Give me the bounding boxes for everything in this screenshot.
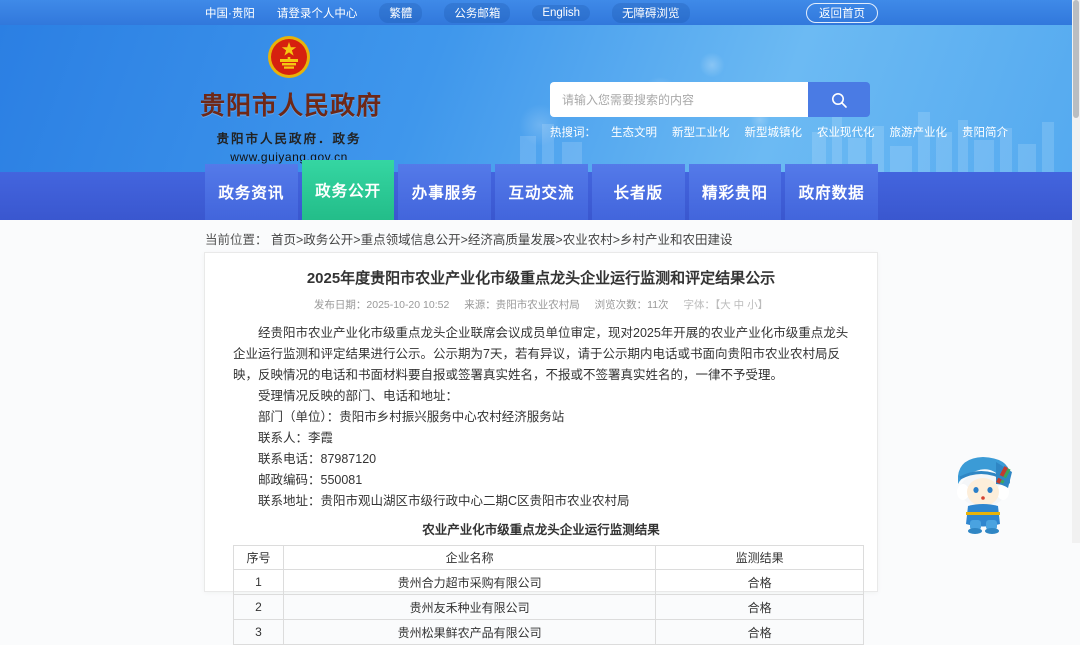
- paragraph: 联系地址：贵阳市观山湖区市级行政中心二期C区贵阳市农业农村局: [258, 494, 630, 508]
- paragraph: 受理情况反映的部门、电话和地址：: [258, 389, 459, 403]
- hot-search-label: 热搜词：: [550, 127, 596, 139]
- publish-date: 发布日期：2025-10-20 10:52: [313, 299, 450, 311]
- view-count: 浏览次数：11次: [594, 299, 669, 311]
- search-button[interactable]: [808, 82, 870, 117]
- national-emblem-icon: [268, 36, 310, 78]
- site-subtitle: 贵阳市人民政府．政务: [216, 132, 362, 146]
- article-title: 2025年度贵阳市农业产业化市级重点龙头企业运行监测和评定结果公示: [306, 270, 776, 287]
- results-table-title: 农业产业化市级重点龙头企业运行监测结果: [422, 523, 660, 537]
- table-row: 1 贵州合力超市采购有限公司 合格: [233, 569, 864, 595]
- back-home-button[interactable]: 返回首页: [806, 2, 878, 23]
- site-header: 贵阳市人民政府 贵阳市人民政府．政务 www.guiyang.gov.cn 热搜…: [0, 25, 1072, 172]
- topbar-link-login-personal-center[interactable]: 请登录个人中心: [277, 5, 358, 21]
- paragraph: 经贵阳市农业产业化市级重点龙头企业联席会议成员单位审定，现对2025年开展的农业…: [233, 326, 849, 382]
- hot-link-tourism[interactable]: 旅游产业化: [890, 124, 948, 140]
- table-row: 3 贵州松果鲜农产品有限公司 合格: [233, 619, 864, 645]
- font-size-switch[interactable]: 字体：【大 中 小】: [683, 299, 768, 311]
- cell-serial: 2: [233, 594, 284, 620]
- hot-link-agri-modernization[interactable]: 农业现代化: [817, 124, 875, 140]
- cell-result: 合格: [655, 619, 864, 645]
- hot-link-ecology[interactable]: 生态文明: [611, 124, 657, 140]
- article-meta: 发布日期：2025-10-20 10:52 来源：贵阳市农业农村局 浏览次数：1…: [233, 297, 849, 312]
- nav-tab-gov-disclosure[interactable]: 政务公开: [301, 160, 395, 220]
- header-serial: 序号: [233, 545, 284, 570]
- topbar-link-accessibility[interactable]: 无障碍浏览: [612, 2, 690, 23]
- header-company-name: 企业名称: [282, 545, 657, 570]
- site-title: 贵阳市人民政府: [200, 92, 383, 120]
- nav-tab-splendid-guiyang[interactable]: 精彩贵阳: [688, 164, 782, 220]
- header-result: 监测结果: [655, 545, 864, 570]
- article-card: 2025年度贵阳市农业产业化市级重点龙头企业运行监测和评定结果公示 发布日期：2…: [204, 252, 878, 645]
- cell-result: 合格: [655, 569, 864, 595]
- search-input[interactable]: [550, 82, 808, 117]
- mascot-assistant[interactable]: [950, 450, 1018, 534]
- breadcrumb-path[interactable]: 首页>政务公开>重点领域信息公开>经济高质量发展>农业农村>乡村产业和农田建设: [271, 233, 733, 247]
- topbar-link-english[interactable]: English: [532, 4, 591, 21]
- table-row: 2 贵州友禾种业有限公司 合格: [233, 594, 864, 620]
- hot-link-urbanization[interactable]: 新型城镇化: [745, 124, 803, 140]
- cell-company-name: 贵州合力超市采购有限公司: [282, 569, 657, 595]
- cell-serial: 1: [233, 569, 284, 595]
- site-logo-block[interactable]: 贵阳市人民政府 贵阳市人民政府．政务 www.guiyang.gov.cn: [200, 35, 383, 164]
- topbar-link-traditional-chinese[interactable]: 繁體: [379, 2, 423, 23]
- vertical-scrollbar[interactable]: [1072, 0, 1080, 543]
- breadcrumb: 当前位置： 首页>政务公开>重点领域信息公开>经济高质量发展>农业农村>乡村产业…: [205, 229, 733, 248]
- breadcrumb-label: 当前位置：: [205, 233, 268, 247]
- table-header-row: 序号 企业名称 监测结果: [233, 545, 864, 570]
- paragraph: 部门（单位）：贵阳市乡村振兴服务中心农村经济服务站: [258, 410, 565, 424]
- cell-result: 合格: [655, 594, 864, 620]
- cell-serial: 3: [233, 619, 284, 645]
- paragraph: 联系电话：87987120: [258, 452, 377, 466]
- hot-link-guiyang-intro[interactable]: 贵阳简介: [962, 124, 1008, 140]
- paragraph: 联系人：李霞: [258, 431, 334, 445]
- cell-company-name: 贵州友禾种业有限公司: [282, 594, 657, 620]
- article-body: 经贵阳市农业产业化市级重点龙头企业联席会议成员单位审定，现对2025年开展的农业…: [233, 323, 849, 512]
- nav-tab-gov-data[interactable]: 政府数据: [785, 164, 879, 220]
- topbar: 中国·贵阳 请登录个人中心 繁體 公务邮箱 English 无障碍浏览 返回首页: [0, 0, 1072, 25]
- nav-tab-news[interactable]: 政务资讯: [205, 164, 298, 220]
- search-bar: [550, 82, 870, 117]
- nav-tab-senior-version[interactable]: 长者版: [591, 164, 685, 220]
- topbar-link-official-mail[interactable]: 公务邮箱: [444, 2, 511, 23]
- nav-tab-interaction[interactable]: 互动交流: [495, 164, 588, 220]
- scrollbar-thumb[interactable]: [1073, 0, 1079, 118]
- search-icon: [832, 92, 847, 108]
- nav-tab-services[interactable]: 办事服务: [398, 164, 492, 220]
- hot-search-row: 热搜词： 生态文明 新型工业化 新型城镇化 农业现代化 旅游产业化 贵阳简介: [550, 124, 1008, 140]
- monitoring-results-table: 序号 企业名称 监测结果 1 贵州合力超市采购有限公司 合格 2 贵州友禾种业有…: [233, 545, 864, 645]
- cell-company-name: 贵州松果鲜农产品有限公司: [282, 619, 657, 645]
- topbar-link-china-guiyang[interactable]: 中国·贵阳: [205, 5, 255, 21]
- paragraph: 邮政编码：550081: [258, 473, 363, 487]
- article-source: 来源：贵阳市农业农村局: [464, 299, 580, 311]
- main-nav: 政务资讯 政务公开 办事服务 互动交流 长者版 精彩贵阳 政府数据: [0, 160, 1072, 220]
- hot-link-new-industry[interactable]: 新型工业化: [672, 124, 730, 140]
